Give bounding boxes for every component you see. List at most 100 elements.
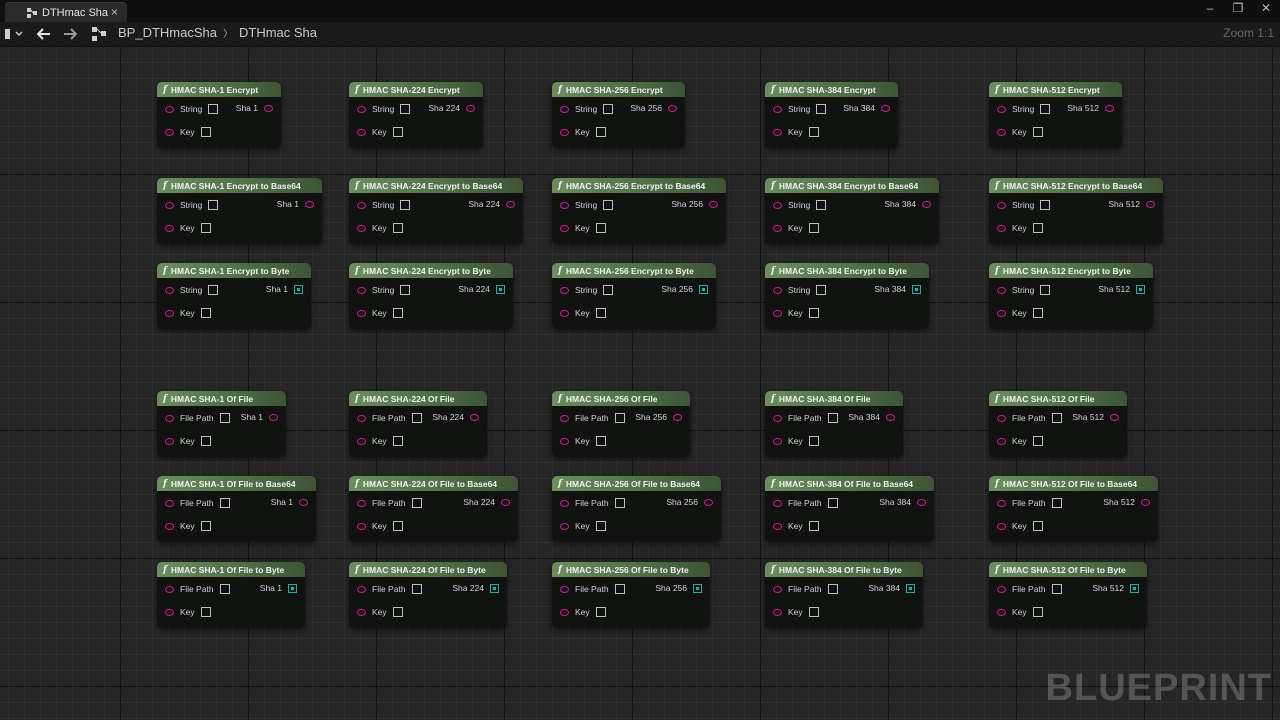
hmac-node[interactable]: f HMAC SHA-512 Encrypt String Key Sha 512	[989, 82, 1122, 148]
byte-array-pin-icon[interactable]	[490, 583, 499, 593]
hmac-node[interactable]: f HMAC SHA-224 Encrypt String Key Sha 224	[349, 82, 483, 148]
hmac-node[interactable]: f HMAC SHA-384 Of File to Byte File Path Ke…	[765, 562, 923, 628]
close-tab-icon[interactable]: ×	[111, 5, 118, 19]
hmac-node[interactable]: f HMAC SHA-384 Encrypt to Byte String Key Sh…	[765, 263, 929, 329]
key-pin-icon[interactable]	[560, 224, 569, 232]
key-value-field[interactable]	[595, 521, 606, 531]
input-value-field[interactable]	[614, 498, 625, 508]
string-output-pin-icon[interactable]	[886, 413, 895, 421]
hmac-node[interactable]: f HMAC SHA-1 Encrypt to Byte String Key Sha …	[157, 263, 311, 329]
key-value-field[interactable]	[200, 607, 211, 617]
key-value-field[interactable]	[200, 223, 211, 233]
hmac-node[interactable]: f HMAC SHA-512 Of File File Path Key Sha 512	[989, 391, 1127, 457]
close-window-button[interactable]: ✕	[1256, 1, 1276, 15]
key-pin-icon[interactable]	[560, 522, 569, 530]
input-value-field[interactable]	[411, 413, 422, 423]
byte-array-pin-icon[interactable]	[699, 284, 708, 294]
key-pin-icon[interactable]	[357, 128, 366, 136]
byte-array-pin-icon[interactable]	[294, 284, 303, 294]
key-value-field[interactable]	[392, 607, 403, 617]
input-value-field[interactable]	[816, 104, 827, 114]
input-value-field[interactable]	[1051, 413, 1062, 423]
string-output-pin-icon[interactable]	[501, 498, 510, 506]
key-value-field[interactable]	[392, 223, 403, 233]
input-pin-icon[interactable]	[165, 414, 174, 422]
key-pin-icon[interactable]	[997, 309, 1006, 317]
input-pin-icon[interactable]	[773, 499, 782, 507]
string-output-pin-icon[interactable]	[466, 104, 475, 112]
string-output-pin-icon[interactable]	[1105, 104, 1114, 112]
key-pin-icon[interactable]	[357, 224, 366, 232]
hmac-node[interactable]: f HMAC SHA-224 Of File to Base64 File Path…	[349, 476, 518, 542]
string-output-pin-icon[interactable]	[1141, 498, 1150, 506]
string-output-pin-icon[interactable]	[922, 200, 931, 208]
input-pin-icon[interactable]	[560, 499, 569, 507]
key-pin-icon[interactable]	[165, 522, 174, 530]
hmac-node[interactable]: f HMAC SHA-256 Encrypt to Byte String Key Sh…	[552, 263, 716, 329]
byte-array-pin-icon[interactable]	[912, 284, 921, 294]
input-value-field[interactable]	[219, 584, 230, 594]
input-pin-icon[interactable]	[773, 105, 782, 113]
key-value-field[interactable]	[392, 127, 403, 137]
key-pin-icon[interactable]	[997, 608, 1006, 616]
hmac-node[interactable]: f HMAC SHA-512 Of File to Byte File Path Ke…	[989, 562, 1147, 628]
input-value-field[interactable]	[208, 104, 219, 114]
hide-icon[interactable]	[5, 28, 25, 40]
input-value-field[interactable]	[219, 413, 230, 423]
key-pin-icon[interactable]	[357, 608, 366, 616]
hmac-node[interactable]: f HMAC SHA-224 Encrypt to Base64 String Key…	[349, 178, 523, 244]
key-pin-icon[interactable]	[165, 437, 174, 445]
key-value-field[interactable]	[200, 436, 211, 446]
input-value-field[interactable]	[603, 200, 614, 210]
hmac-node[interactable]: f HMAC SHA-512 Encrypt to Byte String Key Sh…	[989, 263, 1153, 329]
input-pin-icon[interactable]	[357, 201, 366, 209]
input-value-field[interactable]	[827, 413, 838, 423]
tab-dthmac-sha[interactable]: DTHmac Sha ×	[5, 2, 127, 23]
string-output-pin-icon[interactable]	[470, 413, 479, 421]
input-pin-icon[interactable]	[165, 499, 174, 507]
input-pin-icon[interactable]	[560, 201, 569, 209]
string-output-pin-icon[interactable]	[673, 413, 682, 421]
input-value-field[interactable]	[411, 584, 422, 594]
key-value-field[interactable]	[1032, 308, 1043, 318]
hmac-node[interactable]: f HMAC SHA-1 Encrypt to Base64 String Key Sh…	[157, 178, 322, 244]
byte-array-pin-icon[interactable]	[1130, 583, 1139, 593]
input-pin-icon[interactable]	[997, 499, 1006, 507]
input-value-field[interactable]	[208, 285, 219, 295]
input-pin-icon[interactable]	[773, 414, 782, 422]
key-value-field[interactable]	[595, 223, 606, 233]
byte-array-pin-icon[interactable]	[906, 583, 915, 593]
input-value-field[interactable]	[1040, 200, 1051, 210]
hmac-node[interactable]: f HMAC SHA-1 Of File to Byte File Path Key S…	[157, 562, 305, 628]
input-value-field[interactable]	[400, 285, 411, 295]
input-pin-icon[interactable]	[997, 201, 1006, 209]
key-value-field[interactable]	[200, 521, 211, 531]
hmac-node[interactable]: f HMAC SHA-1 Of File File Path Key Sha 1	[157, 391, 286, 457]
key-pin-icon[interactable]	[997, 437, 1006, 445]
input-value-field[interactable]	[827, 498, 838, 508]
graph-canvas[interactable]: f HMAC SHA-1 Encrypt String Key Sha 1 f HMAC S…	[0, 47, 1280, 720]
hmac-node[interactable]: f HMAC SHA-384 Of File File Path Key Sha 384	[765, 391, 903, 457]
input-value-field[interactable]	[400, 200, 411, 210]
input-pin-icon[interactable]	[773, 286, 782, 294]
hmac-node[interactable]: f HMAC SHA-512 Of File to Base64 File Path…	[989, 476, 1158, 542]
key-pin-icon[interactable]	[997, 522, 1006, 530]
input-pin-icon[interactable]	[997, 585, 1006, 593]
key-pin-icon[interactable]	[997, 224, 1006, 232]
key-pin-icon[interactable]	[773, 128, 782, 136]
hmac-node[interactable]: f HMAC SHA-384 Encrypt to Base64 String Key…	[765, 178, 939, 244]
key-pin-icon[interactable]	[357, 437, 366, 445]
string-output-pin-icon[interactable]	[1146, 200, 1155, 208]
input-pin-icon[interactable]	[997, 286, 1006, 294]
input-value-field[interactable]	[603, 285, 614, 295]
input-pin-icon[interactable]	[773, 585, 782, 593]
input-value-field[interactable]	[219, 498, 230, 508]
key-value-field[interactable]	[392, 308, 403, 318]
input-pin-icon[interactable]	[357, 105, 366, 113]
byte-array-pin-icon[interactable]	[288, 583, 297, 593]
input-pin-icon[interactable]	[357, 585, 366, 593]
string-output-pin-icon[interactable]	[305, 200, 314, 208]
input-pin-icon[interactable]	[560, 414, 569, 422]
maximize-button[interactable]: ❐	[1228, 1, 1248, 15]
input-pin-icon[interactable]	[357, 499, 366, 507]
